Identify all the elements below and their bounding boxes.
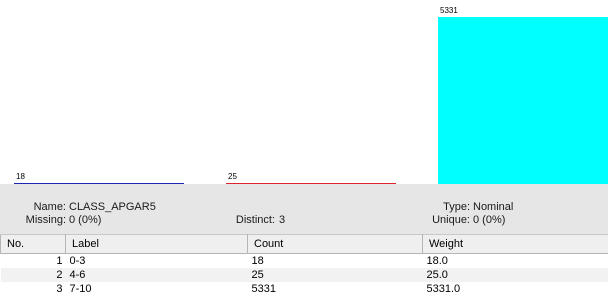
row-count: 5331 — [247, 282, 423, 296]
histogram-bar-count-label: 25 — [228, 172, 237, 181]
distinct-value: 3 — [279, 214, 286, 226]
attribute-info-panel: Name: CLASS_APGAR5 Missing: 0 (0%) Disti… — [0, 184, 608, 234]
missing-value: 0 (0%) — [69, 214, 102, 226]
table-row[interactable]: 1 0-3 18 18.0 — [0, 253, 608, 268]
row-count: 25 — [247, 268, 423, 282]
label-stats-table: No. Label Count Weight 1 0-3 18 18.0 2 4… — [0, 234, 608, 301]
distinct-label: Distinct: — [235, 214, 275, 226]
row-number: 1 — [0, 253, 66, 268]
attribute-summary-panel: 18 25 5331 Name: CLASS_APGAR5 Missing: 0 (… — [0, 0, 608, 301]
row-label: 7-10 — [65, 282, 248, 296]
row-number: 3 — [0, 282, 66, 296]
histogram-svg: 18 25 5331 — [14, 6, 608, 184]
column-header-label[interactable]: Label — [65, 234, 248, 254]
table-row[interactable]: 2 4-6 25 25.0 — [0, 268, 608, 282]
row-weight: 18.0 — [422, 253, 608, 268]
column-header-no[interactable]: No. — [0, 234, 66, 254]
row-label: 4-6 — [65, 268, 248, 282]
column-header-weight[interactable]: Weight — [422, 234, 608, 254]
histogram-bar-count-label: 18 — [16, 172, 25, 181]
missing-label: Missing: — [25, 214, 66, 226]
type-label: Type: — [443, 201, 470, 213]
name-label: Name: — [33, 201, 66, 213]
row-weight: 5331.0 — [422, 282, 608, 296]
histogram-bar-3 — [438, 17, 608, 184]
type-value: Nominal — [473, 201, 514, 213]
table-header-row: No. Label Count Weight — [0, 234, 608, 254]
row-label: 0-3 — [65, 253, 248, 268]
name-value: CLASS_APGAR5 — [69, 201, 156, 213]
column-header-count[interactable]: Count — [247, 234, 423, 254]
unique-label: Unique: — [432, 214, 470, 226]
unique-value: 0 (0%) — [473, 214, 506, 226]
row-weight: 25.0 — [422, 268, 608, 282]
table-row[interactable]: 3 7-10 5331 5331.0 — [0, 282, 608, 296]
histogram-chart: 18 25 5331 — [0, 0, 608, 184]
histogram-bar-count-label: 5331 — [440, 6, 458, 15]
row-number: 2 — [0, 268, 66, 282]
row-count: 18 — [247, 253, 423, 268]
